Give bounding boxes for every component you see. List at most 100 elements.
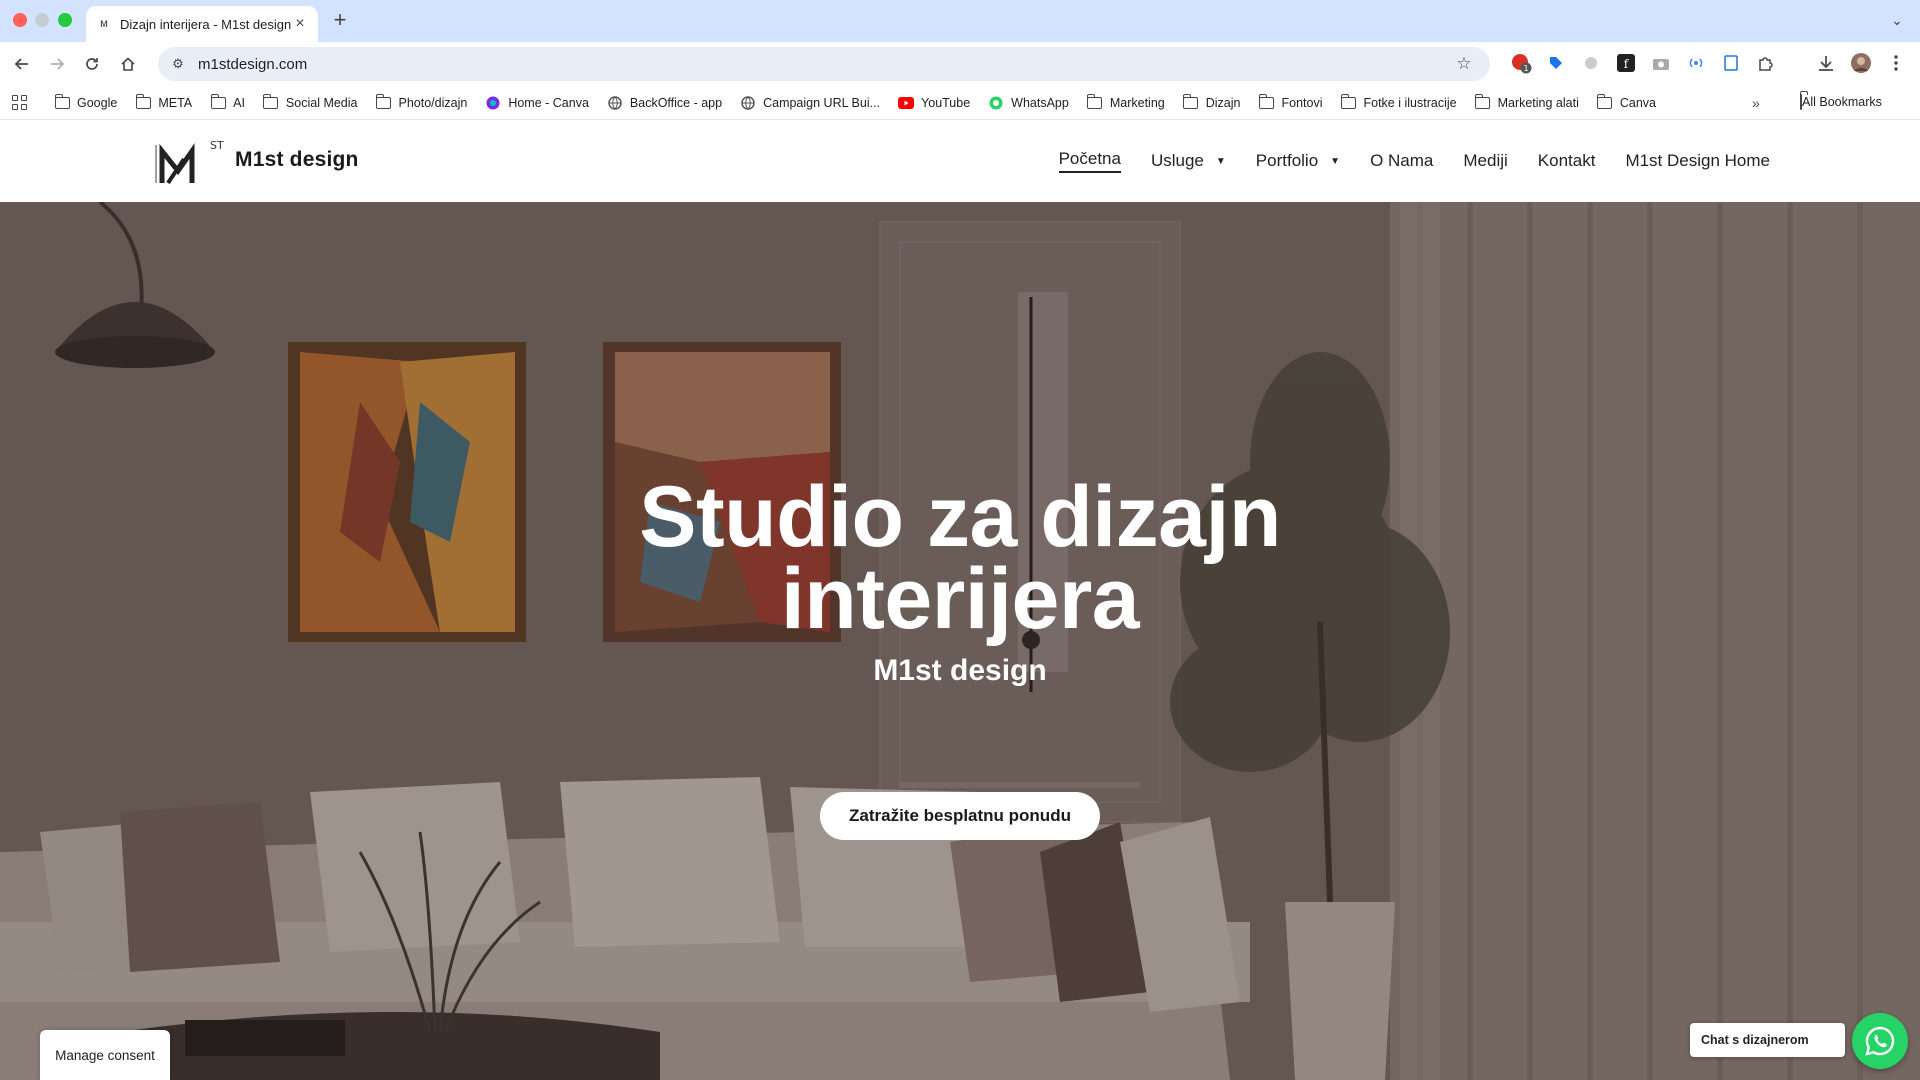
bookmark-item[interactable]: WhatsApp <box>988 96 1069 110</box>
folder-icon <box>135 93 151 109</box>
logo-sup-text: ST <box>210 139 224 152</box>
bookmark-label: Dizajn <box>1205 95 1241 110</box>
nav-item-po-etna[interactable]: Početna <box>1058 149 1121 173</box>
forward-button[interactable] <box>43 50 71 78</box>
bookmark-item[interactable]: Marketing <box>1087 93 1165 110</box>
bookmark-label: WhatsApp <box>1011 95 1069 110</box>
bookmark-label: Fontovi <box>1281 95 1323 110</box>
bookmark-star-icon[interactable]: ☆ <box>1452 54 1476 74</box>
close-window-button[interactable] <box>13 13 27 27</box>
bookmark-item[interactable]: YouTube <box>898 96 970 110</box>
nav-item-o-nama[interactable]: O Nama <box>1370 151 1433 171</box>
minimize-window-button[interactable] <box>35 13 49 27</box>
bookmark-item[interactable]: Photo/dizajn <box>376 93 467 110</box>
svg-text:1: 1 <box>1523 64 1528 73</box>
nav-item-label: Portfolio <box>1255 151 1319 170</box>
bookmark-label: Fotke i ilustracije <box>1363 95 1457 110</box>
home-icon <box>121 57 135 71</box>
nav-item-kontakt[interactable]: Kontakt <box>1538 151 1596 171</box>
nav-item-portfolio[interactable]: Portfolio ▼ <box>1256 151 1340 171</box>
browser-tab[interactable]: M Dizajn interijera - M1st design × <box>86 6 318 42</box>
url-text[interactable]: m1stdesign.com <box>198 56 1452 73</box>
nav-item-usluge[interactable]: Usluge ▼ <box>1151 151 1226 171</box>
bookmark-label: AI <box>233 95 245 110</box>
chat-label[interactable]: Chat s dizajnerom <box>1690 1023 1845 1057</box>
bookmarks-overflow-icon[interactable]: » <box>1752 95 1760 111</box>
folder-icon <box>210 93 226 109</box>
extension-icon[interactable] <box>1580 52 1602 74</box>
reload-button[interactable] <box>78 50 106 78</box>
nav-item-label: Kontakt <box>1537 151 1596 170</box>
nav-item-label: O Nama <box>1370 151 1434 170</box>
bookmark-item[interactable]: BackOffice - app <box>607 96 722 110</box>
folder-icon <box>1800 94 1802 110</box>
brand-name[interactable]: M1st design <box>235 148 359 172</box>
browser-toolbar: ⚙ m1stdesign.com ☆ 1 f <box>0 42 1920 86</box>
profile-avatar[interactable] <box>1850 52 1872 74</box>
all-bookmarks-label: All Bookmarks <box>1802 95 1882 109</box>
youtube-icon <box>898 96 915 109</box>
fonts-extension-icon[interactable]: f <box>1615 52 1637 74</box>
m1st-logo[interactable]: ST <box>154 137 224 187</box>
tab-search-chevron-icon[interactable]: ⌄ <box>1888 12 1906 30</box>
folder-icon <box>376 93 392 109</box>
canva-icon <box>485 96 501 109</box>
hero-title: Studio za dizajn interijera <box>0 474 1920 647</box>
new-tab-button[interactable]: + <box>328 9 352 33</box>
bookmark-label: Google <box>77 95 118 110</box>
folder-icon <box>1183 93 1199 109</box>
folder-icon <box>1087 93 1103 109</box>
browser-menu-icon[interactable] <box>1885 52 1907 74</box>
nav-item-mediji[interactable]: Mediji <box>1463 151 1507 171</box>
hero-subtitle: M1st design <box>873 654 1047 687</box>
apps-grid-icon[interactable] <box>10 94 28 112</box>
bookmark-label: META <box>158 95 193 110</box>
folder-icon <box>1258 93 1274 109</box>
bookmark-item[interactable]: Canva <box>1597 93 1656 110</box>
bookmark-item[interactable]: Social Media <box>263 93 358 110</box>
caret-down-icon: ▼ <box>1330 155 1341 167</box>
book-extension-icon[interactable] <box>1720 52 1742 74</box>
bookmark-item[interactable]: Marketing alati <box>1475 93 1579 110</box>
bookmark-item[interactable]: Fontovi <box>1258 93 1323 110</box>
bookmark-item[interactable]: Google <box>54 93 118 110</box>
bookmark-item[interactable]: META <box>135 93 193 110</box>
maximize-window-button[interactable] <box>58 13 72 27</box>
home-button[interactable] <box>114 50 142 78</box>
forward-arrow-icon <box>51 58 65 70</box>
back-button[interactable] <box>8 50 36 78</box>
nav-item-label: Mediji <box>1463 151 1508 170</box>
nav-item-label: Usluge <box>1150 151 1204 170</box>
site-info-icon[interactable]: ⚙ <box>168 56 188 72</box>
hero-title-line-2: interijera <box>780 551 1140 647</box>
folder-icon <box>1597 93 1613 109</box>
bookmark-item[interactable]: AI <box>210 93 245 110</box>
download-icon[interactable] <box>1815 52 1837 74</box>
bookmark-label: Home - Canva <box>508 95 589 110</box>
broadcast-extension-icon[interactable] <box>1685 52 1707 74</box>
bookmark-label: YouTube <box>921 95 971 110</box>
manage-consent-button[interactable]: Manage consent <box>40 1030 170 1080</box>
extension-badge-icon[interactable]: 1 <box>1510 52 1532 74</box>
request-quote-button[interactable]: Zatražite besplatnu ponudu <box>820 792 1100 840</box>
bookmark-item[interactable]: Home - Canva <box>485 96 589 110</box>
globe-icon <box>607 95 623 110</box>
extensions-puzzle-icon[interactable] <box>1755 52 1777 74</box>
folder-icon <box>54 93 70 109</box>
bookmark-item[interactable]: Dizajn <box>1183 93 1241 110</box>
camera-extension-icon[interactable] <box>1650 52 1672 74</box>
bookmark-item[interactable]: Campaign URL Bui... <box>740 96 880 110</box>
bookmark-label: Campaign URL Bui... <box>763 95 881 110</box>
close-tab-icon[interactable]: × <box>292 16 308 32</box>
address-bar[interactable]: ⚙ m1stdesign.com ☆ <box>158 47 1490 81</box>
whatsapp-icon <box>1865 1026 1895 1056</box>
nav-item-m1st-design-home[interactable]: M1st Design Home <box>1625 151 1770 171</box>
whatsapp-chat-button[interactable] <box>1852 1013 1908 1069</box>
bookmark-item[interactable]: Fotke i ilustracije <box>1340 93 1457 110</box>
tab-title: Dizajn interijera - M1st design <box>120 16 292 32</box>
globe-icon <box>740 95 756 110</box>
reload-icon <box>86 58 98 70</box>
all-bookmarks-folder[interactable]: All Bookmarks <box>1800 94 1882 110</box>
tag-extension-icon[interactable] <box>1545 52 1567 74</box>
bookmarks-bar: Google META AI Social Media Photo/dizajn Home… <box>0 86 1920 120</box>
